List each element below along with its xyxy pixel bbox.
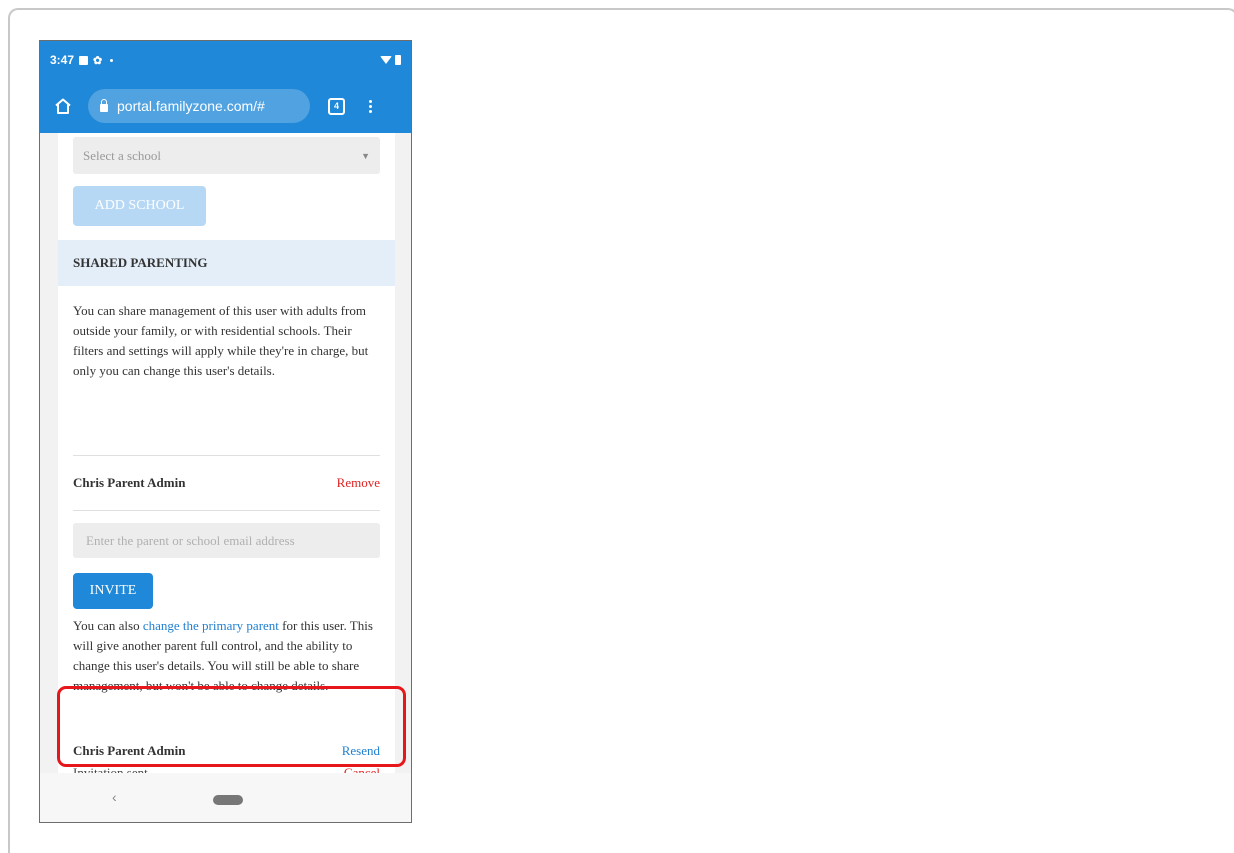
- back-chevron-icon[interactable]: ‹: [112, 789, 117, 805]
- dot-icon: [110, 58, 114, 62]
- current-parent-row: Chris Parent Admin Remove: [73, 475, 380, 491]
- current-parent-name: Chris Parent Admin: [73, 475, 186, 490]
- dropdown-arrow-icon: ▼: [361, 150, 370, 161]
- primary-parent-text: You can also change the primary parent f…: [73, 618, 373, 693]
- gear-icon: ✿: [93, 54, 103, 67]
- url-text: portal.familyzone.com/#: [117, 98, 265, 114]
- page-content: Select a school ▼ ADD SCHOOL SHARED PARE…: [58, 133, 395, 773]
- change-primary-parent-link[interactable]: change the primary parent: [143, 618, 279, 633]
- add-school-button[interactable]: ADD SCHOOL: [73, 186, 206, 226]
- shared-parenting-description: You can share management of this user wi…: [73, 303, 369, 378]
- remove-link[interactable]: Remove: [337, 475, 380, 491]
- invite-button[interactable]: INVITE: [73, 573, 153, 609]
- highlight-box: [57, 686, 406, 767]
- divider: [73, 510, 380, 511]
- browser-toolbar: portal.familyzone.com/# 4: [40, 79, 411, 133]
- tabs-icon[interactable]: 4: [328, 97, 345, 115]
- address-bar[interactable]: portal.familyzone.com/#: [88, 89, 310, 123]
- status-bar: 3:47 ✿: [40, 41, 411, 79]
- email-input[interactable]: [73, 523, 380, 558]
- wifi-icon: [380, 56, 392, 64]
- battery-icon: [395, 55, 401, 65]
- shared-parenting-header: SHARED PARENTING: [58, 240, 395, 286]
- image-notification-icon: [79, 55, 89, 65]
- more-vert-icon[interactable]: [369, 99, 372, 113]
- home-pill-icon[interactable]: [213, 795, 243, 805]
- school-select-placeholder: Select a school: [83, 147, 161, 163]
- divider: [73, 455, 380, 456]
- home-icon[interactable]: [50, 93, 76, 119]
- school-select[interactable]: Select a school ▼: [73, 137, 380, 174]
- android-nav-bar: ‹: [40, 773, 411, 822]
- lock-icon: [100, 98, 108, 112]
- status-time: 3:47: [50, 53, 75, 67]
